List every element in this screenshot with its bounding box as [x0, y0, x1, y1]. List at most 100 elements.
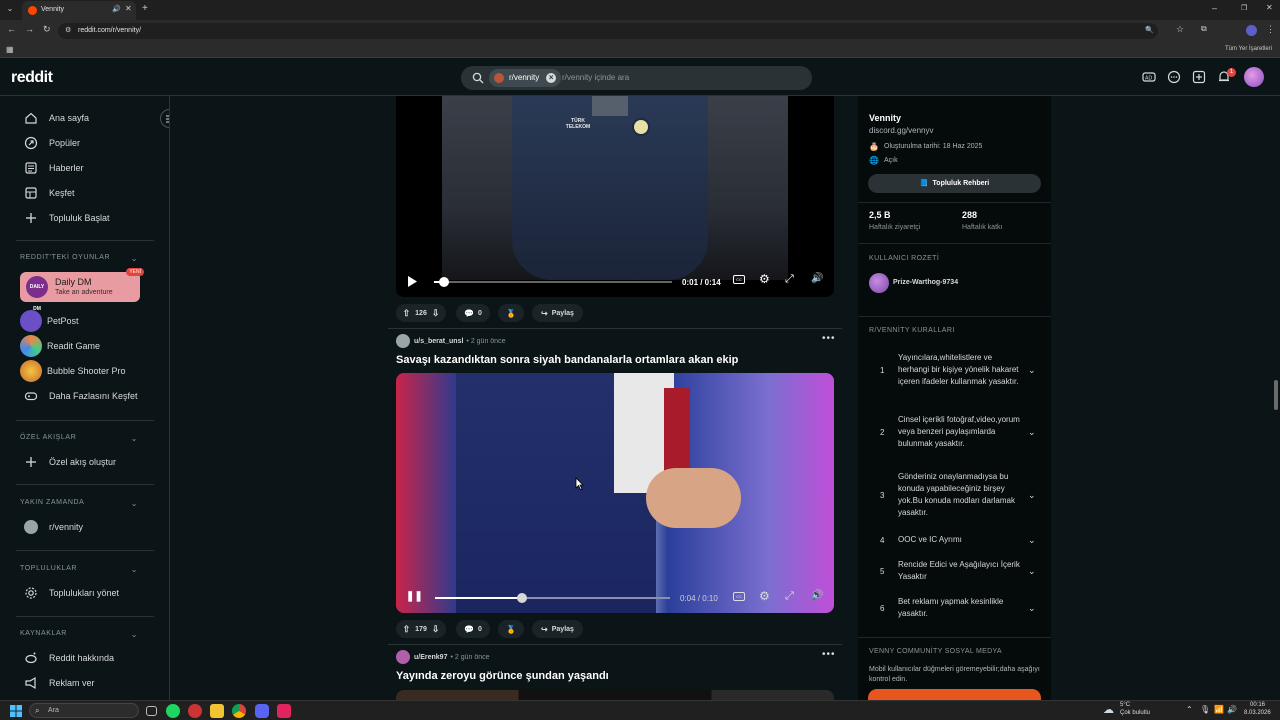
- sidebar-item-news[interactable]: Haberler: [20, 157, 150, 179]
- community-guide-button[interactable]: 📘 Topluluk Rehberi: [868, 174, 1041, 193]
- upvote-icon[interactable]: ⇧: [403, 624, 411, 635]
- rule-item[interactable]: 2 Cinsel içerikli fotoğraf,video,yorum v…: [868, 408, 1040, 456]
- file-explorer-icon[interactable]: [210, 704, 224, 718]
- seek-bar-handle[interactable]: [516, 593, 527, 603]
- rule-item[interactable]: 3 Gönderiniz onaylanmadıysa bu konuda ya…: [868, 471, 1040, 519]
- reload-icon[interactable]: ↻: [43, 24, 51, 35]
- post2-video-player[interactable]: ❚❚ 0:04 / 0:10 CC ⚙ ⤢ 🔊: [396, 373, 834, 613]
- community-link[interactable]: discord.gg/vennyv: [869, 126, 933, 135]
- sidebar-item-home[interactable]: Ana sayfa: [20, 107, 150, 129]
- badge-username[interactable]: Prize-Warthog-9734: [893, 279, 958, 286]
- windows-start-icon[interactable]: [10, 705, 22, 717]
- sidebar-item-about-reddit[interactable]: Reddit hakkında: [20, 647, 150, 669]
- downvote-icon[interactable]: ⇩: [432, 624, 440, 635]
- all-bookmarks-link[interactable]: Tüm Yer İşaretleri: [1225, 46, 1272, 52]
- menu-dots-icon[interactable]: ⋮: [1266, 24, 1275, 35]
- taskbar-search[interactable]: ⌕ Ara: [29, 703, 139, 718]
- sidebar-item-explore[interactable]: Keşfet: [20, 182, 150, 204]
- app-a-icon[interactable]: [277, 704, 291, 718]
- volume-icon[interactable]: 🔊: [811, 590, 823, 601]
- advertise-icon[interactable]: AD: [1142, 71, 1156, 83]
- apps-grid-icon[interactable]: ▦: [6, 45, 14, 54]
- game-petpost[interactable]: PetPost: [20, 310, 150, 332]
- game-bubble-shooter[interactable]: Bubble Shooter Pro: [20, 360, 150, 382]
- user-avatar[interactable]: [396, 334, 410, 348]
- discord-icon[interactable]: [255, 704, 269, 718]
- new-tab-button[interactable]: +: [142, 3, 148, 14]
- upvote-icon[interactable]: ⇧: [403, 308, 411, 319]
- settings-gear-icon[interactable]: ⚙: [759, 589, 770, 603]
- post1-comments-button[interactable]: 💬 0: [456, 304, 490, 322]
- chrome-icon[interactable]: [232, 704, 246, 718]
- microphone-icon[interactable]: 🎙: [1200, 705, 1210, 714]
- downvote-icon[interactable]: ⇩: [432, 308, 440, 319]
- chat-icon[interactable]: [1167, 70, 1181, 84]
- page-scrollbar[interactable]: [1274, 380, 1278, 410]
- captions-icon[interactable]: CC: [733, 592, 745, 601]
- forward-icon[interactable]: →: [25, 24, 34, 34]
- sidebar-item-popular[interactable]: Popüler: [20, 132, 150, 154]
- sidebar-item-manage-communities[interactable]: Toplulukları yönet: [20, 582, 150, 604]
- post2-more-options-icon[interactable]: •••: [822, 333, 836, 344]
- post3-media-preview[interactable]: [396, 690, 834, 700]
- volume-icon[interactable]: 🔊: [811, 273, 823, 284]
- back-icon[interactable]: ←: [7, 24, 16, 34]
- post-author[interactable]: u/s_berat_unsl: [414, 338, 463, 345]
- play-icon[interactable]: [407, 276, 417, 287]
- profile-avatar[interactable]: [1246, 25, 1257, 36]
- sidebar-item-create-feed[interactable]: Özel akış oluştur: [20, 451, 150, 473]
- tab-list-button[interactable]: ⌄: [4, 4, 16, 16]
- tray-overflow-icon[interactable]: ⌃: [1186, 705, 1193, 714]
- sidebar-item-start-community[interactable]: Topluluk Başlat: [20, 207, 150, 229]
- address-bar[interactable]: ⚙ reddit.com/r/vennity/ 🔍: [58, 23, 1158, 39]
- close-window-button[interactable]: ✕: [1266, 3, 1273, 12]
- clock-date[interactable]: 8.03.2026: [1244, 710, 1271, 716]
- create-post-icon[interactable]: [1192, 70, 1206, 84]
- rule-item[interactable]: 4 OOC ve IC Ayrımı ⌄: [868, 533, 1040, 547]
- tab-audio-icon[interactable]: 🔊: [112, 5, 121, 13]
- reddit-logo[interactable]: reddit: [11, 69, 53, 87]
- pause-icon[interactable]: ❚❚: [406, 591, 423, 602]
- browser-tab[interactable]: Vennity 🔊 ✕: [22, 1, 136, 20]
- custom-feeds-section-header[interactable]: ÖZEL AKIŞLAR ⌄: [20, 434, 138, 443]
- extensions-icon[interactable]: ⧉: [1201, 24, 1207, 34]
- sidebar-item-more-games[interactable]: Daha Fazlasını Keşfet: [20, 385, 150, 407]
- post2-award-button[interactable]: 🏅: [498, 620, 524, 638]
- chip-remove-icon[interactable]: ×: [546, 73, 557, 83]
- badge-avatar[interactable]: [869, 273, 889, 293]
- minimize-button[interactable]: –: [1212, 3, 1217, 13]
- rule-item[interactable]: 6 Bet reklamı yapmak kesinlikle yasaktır…: [868, 595, 1040, 621]
- post-author[interactable]: u/Erenk97: [414, 654, 447, 661]
- post2-comments-button[interactable]: 💬 0: [456, 620, 490, 638]
- social-link-button[interactable]: [868, 689, 1041, 700]
- user-avatar[interactable]: [1244, 67, 1264, 87]
- weather-icon[interactable]: ☁: [1103, 703, 1114, 716]
- sidebar-item-recent-vennity[interactable]: r/vennity: [20, 516, 150, 538]
- captions-icon[interactable]: CC: [733, 275, 745, 284]
- post1-award-button[interactable]: 🏅: [498, 304, 524, 322]
- seek-bar-handle[interactable]: [438, 277, 449, 287]
- post3-title[interactable]: Yayında zeroyu görünce şundan yaşandı: [396, 670, 609, 682]
- speaker-icon[interactable]: 🔊: [1227, 705, 1237, 714]
- game-readit[interactable]: Readit Game: [20, 335, 150, 357]
- zoom-icon[interactable]: 🔍: [1145, 26, 1154, 34]
- collapse-sidebar-button[interactable]: [160, 109, 169, 128]
- post2-share-button[interactable]: ↪ Paylaş: [532, 620, 583, 638]
- task-view-icon[interactable]: [146, 706, 157, 716]
- resources-section-header[interactable]: KAYNAKLAR ⌄: [20, 630, 138, 639]
- fullscreen-icon[interactable]: ⤢: [785, 590, 794, 603]
- site-info-icon[interactable]: ⚙: [65, 26, 71, 34]
- rule-item[interactable]: 1 Yayıncılara,whitelistlere ve herhangi …: [868, 346, 1040, 394]
- post3-more-options-icon[interactable]: •••: [822, 649, 836, 660]
- user-avatar[interactable]: [396, 650, 410, 664]
- restore-button[interactable]: ❐: [1241, 4, 1247, 12]
- rule-item[interactable]: 5 Rencide Edici ve Aşağılayıcı İçerik Ya…: [868, 558, 1040, 584]
- wifi-icon[interactable]: 📶: [1214, 705, 1224, 714]
- seek-bar-track[interactable]: [434, 281, 672, 283]
- post1-video-player[interactable]: TÜRK TELEKOM 0:01 / 0:14 CC ⚙ ⤢ 🔊: [396, 96, 834, 297]
- communities-section-header[interactable]: TOPLULUKLAR ⌄: [20, 565, 138, 574]
- search-bar[interactable]: r/vennity × r/vennity içinde ara: [461, 66, 812, 90]
- bookmark-star-icon[interactable]: ☆: [1176, 24, 1184, 35]
- post1-share-button[interactable]: ↪ Paylaş: [532, 304, 583, 322]
- tab-close-icon[interactable]: ✕: [125, 4, 132, 13]
